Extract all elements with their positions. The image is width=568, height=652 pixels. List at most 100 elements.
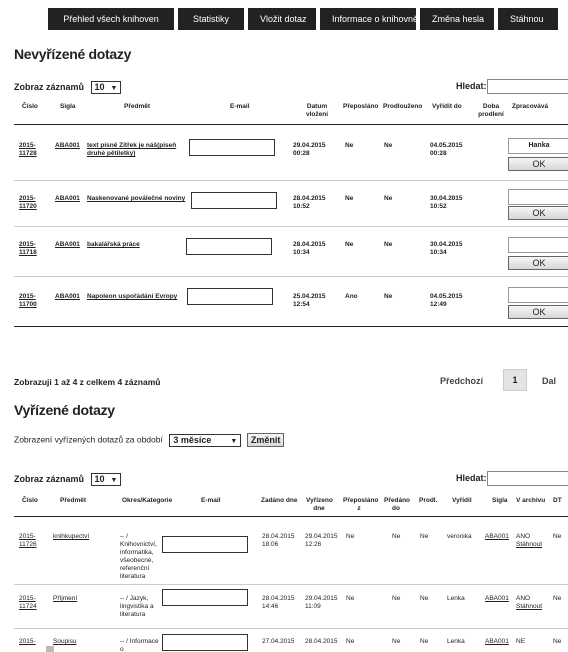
open-row4-subject[interactable]: Napoleon uspořádání Evropy xyxy=(87,293,187,301)
open-search-input[interactable] xyxy=(487,79,568,94)
open-row2-number[interactable]: 2015-11720 xyxy=(19,195,45,211)
period-select[interactable]: 3 měsíce ▼ xyxy=(169,433,242,447)
open-row2-sigla[interactable]: ABA001 xyxy=(55,195,80,203)
done-row1-sigla[interactable]: ABA001 xyxy=(485,533,509,541)
done-show-entries: Zobraz záznamů 10 ▼ xyxy=(14,473,122,486)
open-row2-due: 30.04.2015 10:52 xyxy=(430,195,463,210)
done-row2-number[interactable]: 2015-11724 xyxy=(19,595,45,611)
col-email[interactable]: E-mail xyxy=(201,497,221,505)
done-row3-sigla[interactable]: ABA001 xyxy=(485,638,509,646)
open-row4-number[interactable]: 2015-11700 xyxy=(19,293,45,309)
done-row2-subject[interactable]: Příjmení xyxy=(53,595,77,603)
open-show-entries: Zobraz záznamů 10 ▼ xyxy=(14,81,122,94)
open-row3-ok-button[interactable]: OK xyxy=(508,256,568,270)
nav-statistics[interactable]: Statistiky xyxy=(178,8,244,30)
row-divider xyxy=(14,226,568,227)
col-number[interactable]: Číslo xyxy=(22,103,38,111)
open-row1-sigla[interactable]: ABA001 xyxy=(55,142,80,150)
open-row3-due: 30.04.2015 10:34 xyxy=(430,241,463,256)
open-table-bottom xyxy=(14,326,568,327)
scrollbar-thumb[interactable] xyxy=(46,646,54,652)
done-row1-resolved: 29.04.2015 12:26 xyxy=(305,533,338,548)
col-entered[interactable]: Zadáno dne xyxy=(261,497,297,505)
done-queries-title: Vyřízené dotazy xyxy=(14,402,115,418)
nav-insert-query[interactable]: Vložit dotaz xyxy=(248,8,316,30)
done-row2-email-input[interactable] xyxy=(162,589,248,606)
col-processor[interactable]: Zpracovává xyxy=(512,103,548,111)
open-row4-ok-button[interactable]: OK xyxy=(508,305,568,319)
col-forwarded[interactable]: Přeposláno xyxy=(343,103,378,111)
open-row2-ok-button[interactable]: OK xyxy=(508,206,568,220)
open-row3-sigla[interactable]: ABA001 xyxy=(55,241,80,249)
done-row3-forwarded: Ne xyxy=(346,638,355,645)
open-row3-email-input[interactable] xyxy=(186,238,272,255)
done-row3-number[interactable]: 2015- xyxy=(19,638,45,646)
open-show-entries-select[interactable]: 10 ▼ xyxy=(90,81,122,94)
col-extended[interactable]: Prodlouženo xyxy=(383,103,422,111)
done-row1-download-link[interactable]: Stáhnout xyxy=(516,541,542,549)
col-resolved[interactable]: Vyřízeno dne xyxy=(306,497,333,513)
open-row1-number[interactable]: 2015-11728 xyxy=(19,142,45,158)
nav-download[interactable]: Stáhnou xyxy=(498,8,558,30)
open-row2-email-input[interactable] xyxy=(191,192,277,209)
next-page-button[interactable]: Dal xyxy=(542,376,556,386)
select-value: 10 xyxy=(94,474,105,484)
open-row1-forwarded: Ne xyxy=(345,142,354,149)
done-row3-subject[interactable]: Soupisu xyxy=(53,638,77,646)
col-dt[interactable]: DT xyxy=(553,497,562,505)
col-archive[interactable]: V archivu xyxy=(516,497,545,505)
open-row3-subject[interactable]: bakalářská práce xyxy=(87,241,183,249)
select-value: 10 xyxy=(94,82,105,92)
done-row2-download-link[interactable]: Stáhnout xyxy=(516,603,542,611)
col-subject[interactable]: Předmět xyxy=(124,103,150,111)
done-row3-dt: Ne xyxy=(553,638,562,645)
done-row3-email-input[interactable] xyxy=(162,634,248,651)
open-row3-number[interactable]: 2015-11718 xyxy=(19,241,45,257)
change-period-button[interactable]: Změnit xyxy=(246,433,285,447)
done-row3-archive: NE xyxy=(516,638,526,645)
col-sigla[interactable]: Sigla xyxy=(60,103,76,111)
open-row2-processor-input[interactable] xyxy=(508,189,568,205)
done-show-entries-select[interactable]: 10 ▼ xyxy=(90,473,122,486)
open-row3-processor-input[interactable] xyxy=(508,237,568,253)
done-row2-sigla[interactable]: ABA001 xyxy=(485,595,509,603)
open-row2-subject[interactable]: Naskenované poválečné noviny xyxy=(87,195,197,203)
nav-all-libraries[interactable]: Přehled všech knihoven xyxy=(48,8,174,30)
open-row4-processor-input[interactable] xyxy=(508,287,568,303)
page-1-button[interactable]: 1 xyxy=(503,369,527,391)
done-search-label: Hledat: xyxy=(456,473,487,483)
open-row4-forwarded: Ano xyxy=(345,293,358,300)
open-row1-subject[interactable]: text písně Zítřek je náš(píseň druhé pět… xyxy=(87,142,183,158)
col-forwarded-from[interactable]: Přeposláno z xyxy=(343,497,378,513)
col-extension[interactable]: Prodl. xyxy=(419,497,437,505)
done-row1-category: -- / Knihovnictví, informatika, všeobecn… xyxy=(120,533,157,580)
open-queries-title: Nevyřízené dotazy xyxy=(14,46,132,62)
col-sigla[interactable]: Sigla xyxy=(492,497,508,505)
col-resolved-by[interactable]: Vyřídil xyxy=(452,497,472,505)
col-category[interactable]: Okres/Kategorie xyxy=(122,497,172,505)
col-subject[interactable]: Předmět xyxy=(60,497,86,505)
open-row2-date: 28.04.2015 10:52 xyxy=(293,195,326,210)
col-date-added[interactable]: Datum vložení xyxy=(297,103,337,119)
open-row4-email-input[interactable] xyxy=(187,288,273,305)
done-row1-email-input[interactable] xyxy=(162,536,248,553)
done-search-input[interactable] xyxy=(487,471,568,486)
nav-change-password[interactable]: Změna hesla xyxy=(420,8,494,30)
prev-page-button[interactable]: Předchozí xyxy=(440,376,483,386)
row-divider xyxy=(14,628,568,629)
open-row1-email-input[interactable] xyxy=(189,139,275,156)
col-delay[interactable]: Doba prodlení xyxy=(474,103,508,119)
open-row3-forwarded: Ne xyxy=(345,241,354,248)
nav-library-info[interactable]: Informace o knihovně xyxy=(320,8,418,30)
done-row1-subject[interactable]: knihkupectví xyxy=(53,533,89,541)
col-passed-to[interactable]: Předáno do xyxy=(384,497,410,513)
open-row1-processor-input[interactable]: Hanka xyxy=(508,138,568,154)
chevron-down-icon: ▼ xyxy=(110,85,118,92)
open-row1-ok-button[interactable]: OK xyxy=(508,157,568,171)
col-due[interactable]: Vyřídit do xyxy=(432,103,462,111)
open-row4-sigla[interactable]: ABA001 xyxy=(55,293,80,301)
col-number[interactable]: Číslo xyxy=(22,497,38,505)
done-row1-number[interactable]: 2015-11726 xyxy=(19,533,45,549)
col-email[interactable]: E-mail xyxy=(230,103,250,111)
done-row2-extension: Ne xyxy=(420,595,429,602)
